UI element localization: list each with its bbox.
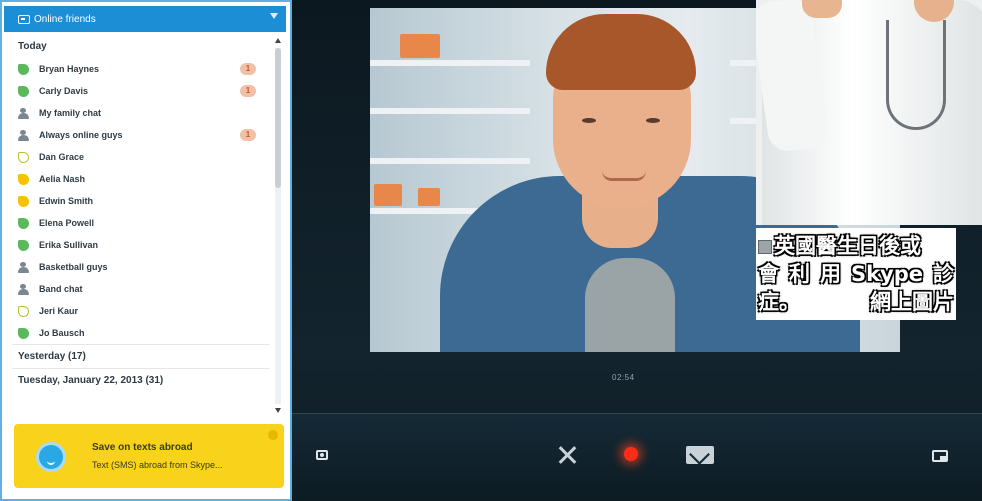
- presence-away-icon: [18, 173, 29, 185]
- contact-name: Jo Bausch: [39, 328, 85, 338]
- contact-row[interactable]: Carly Davis 1: [12, 80, 270, 102]
- presence-online-icon: [18, 327, 29, 339]
- contact-row[interactable]: Aelia Nash: [12, 168, 270, 190]
- contact-name: Edwin Smith: [39, 196, 93, 206]
- contact-name: My family chat: [39, 108, 102, 118]
- contact-name: Band chat: [39, 284, 83, 294]
- contacts-view-icon: [18, 14, 30, 24]
- shelf: [370, 108, 530, 114]
- skype-smiley-icon: [36, 442, 66, 472]
- contact-name: Erika Sullivan: [39, 240, 99, 250]
- contact-list: Bryan Haynes 1 Carly Davis 1 My family chat A…: [12, 58, 270, 344]
- scroll-down-icon[interactable]: [275, 408, 281, 413]
- promo-banner[interactable]: Save on texts abroad Text (SMS) abroad f…: [14, 424, 284, 488]
- call-controls: [292, 413, 982, 501]
- contact-row[interactable]: Bryan Haynes 1: [12, 58, 270, 80]
- close-icon[interactable]: [268, 430, 278, 440]
- contact-name: Aelia Nash: [39, 174, 86, 184]
- scroll-up-icon[interactable]: [275, 38, 281, 43]
- contact-name: Dan Grace: [39, 152, 85, 162]
- caption-word: 診: [933, 262, 954, 286]
- contact-row[interactable]: Edwin Smith: [12, 190, 270, 212]
- section-today: Today: [18, 41, 47, 52]
- record-button[interactable]: [624, 447, 638, 461]
- unread-badge: 1: [240, 63, 256, 75]
- contacts-panel: Online friends Today Bryan Haynes 1 Carly …: [0, 0, 292, 501]
- chevron-down-icon[interactable]: [270, 13, 278, 19]
- list-scrollbar[interactable]: [272, 36, 284, 418]
- doctor-hand: [802, 0, 842, 18]
- group-chat-icon: [18, 107, 29, 119]
- contact-row[interactable]: Basketball guys: [12, 256, 270, 278]
- eye: [582, 118, 596, 123]
- camera-toggle-icon[interactable]: [316, 450, 328, 460]
- mouth: [602, 171, 646, 181]
- contact-row[interactable]: Band chat: [12, 278, 270, 300]
- promo-title: Save on texts abroad: [92, 442, 193, 453]
- contact-name: Carly Davis: [39, 86, 89, 96]
- presence-online-icon: [18, 239, 29, 251]
- contact-row[interactable]: Jeri Kaur: [12, 300, 270, 322]
- presence-online-icon: [18, 217, 29, 229]
- panel-header-title: Online friends: [34, 13, 96, 25]
- message-icon[interactable]: [686, 446, 714, 464]
- caption-word: 用: [819, 262, 841, 286]
- shelf: [370, 60, 530, 66]
- promo-text: Text (SMS) abroad from Skype...: [92, 460, 223, 470]
- caption-line-1: 英國醫生日後或: [758, 232, 954, 260]
- caption-text-1: 英國醫生日後或: [774, 234, 921, 258]
- contact-row[interactable]: Jo Bausch: [12, 322, 270, 344]
- contact-row[interactable]: Erika Sullivan: [12, 234, 270, 256]
- caption-line-3: 症。 網上圖片: [758, 288, 954, 316]
- caption-word: 利: [788, 262, 810, 286]
- contact-row[interactable]: My family chat: [12, 102, 270, 124]
- presence-away-icon: [18, 195, 29, 207]
- presence-offline-icon: [18, 305, 29, 317]
- panel-header[interactable]: Online friends: [4, 6, 286, 32]
- contact-row[interactable]: Dan Grace: [12, 146, 270, 168]
- orange-box: [400, 34, 440, 58]
- doctor-photo: [756, 0, 982, 225]
- orange-box: [418, 188, 440, 206]
- unread-badge: 1: [240, 85, 256, 97]
- section-yesterday[interactable]: Yesterday (17): [12, 344, 270, 368]
- caption-word: Skype: [850, 262, 924, 286]
- eye: [646, 118, 660, 123]
- caption-text-3b: 網上圖片: [870, 290, 954, 314]
- contact-row[interactable]: Always online guys 1: [12, 124, 270, 146]
- presence-online-icon: [18, 85, 29, 97]
- contact-name: Basketball guys: [39, 262, 108, 272]
- presence-online-icon: [18, 63, 29, 75]
- group-chat-icon: [18, 283, 29, 295]
- fullscreen-icon[interactable]: [932, 450, 948, 462]
- caption-line-2: 會利用 Skype 診: [758, 260, 954, 288]
- end-call-button[interactable]: [556, 444, 578, 466]
- stethoscope: [886, 20, 946, 130]
- shelf: [370, 158, 530, 164]
- call-timer: 02:54: [612, 373, 635, 382]
- group-chat-icon: [18, 129, 29, 141]
- person-undershirt: [585, 258, 675, 352]
- contact-name: Elena Powell: [39, 218, 95, 228]
- caption-word: 會: [758, 262, 779, 286]
- group-chat-icon: [18, 261, 29, 273]
- contact-name: Jeri Kaur: [39, 306, 79, 316]
- contact-row[interactable]: Elena Powell: [12, 212, 270, 234]
- contact-name: Always online guys: [39, 130, 123, 140]
- presence-offline-icon: [18, 151, 29, 163]
- bullet-square-icon: [758, 240, 772, 254]
- contact-name: Bryan Haynes: [39, 64, 100, 74]
- news-caption: 英國醫生日後或 會利用 Skype 診 症。 網上圖片: [756, 228, 956, 320]
- orange-box: [374, 184, 402, 206]
- section-tuesday[interactable]: Tuesday, January 22, 2013 (31): [12, 368, 270, 392]
- unread-badge: 1: [240, 129, 256, 141]
- caption-text-3a: 症。: [758, 290, 800, 314]
- recent-list: Today Bryan Haynes 1 Carly Davis 1 My family…: [12, 36, 270, 418]
- scroll-thumb[interactable]: [275, 48, 281, 188]
